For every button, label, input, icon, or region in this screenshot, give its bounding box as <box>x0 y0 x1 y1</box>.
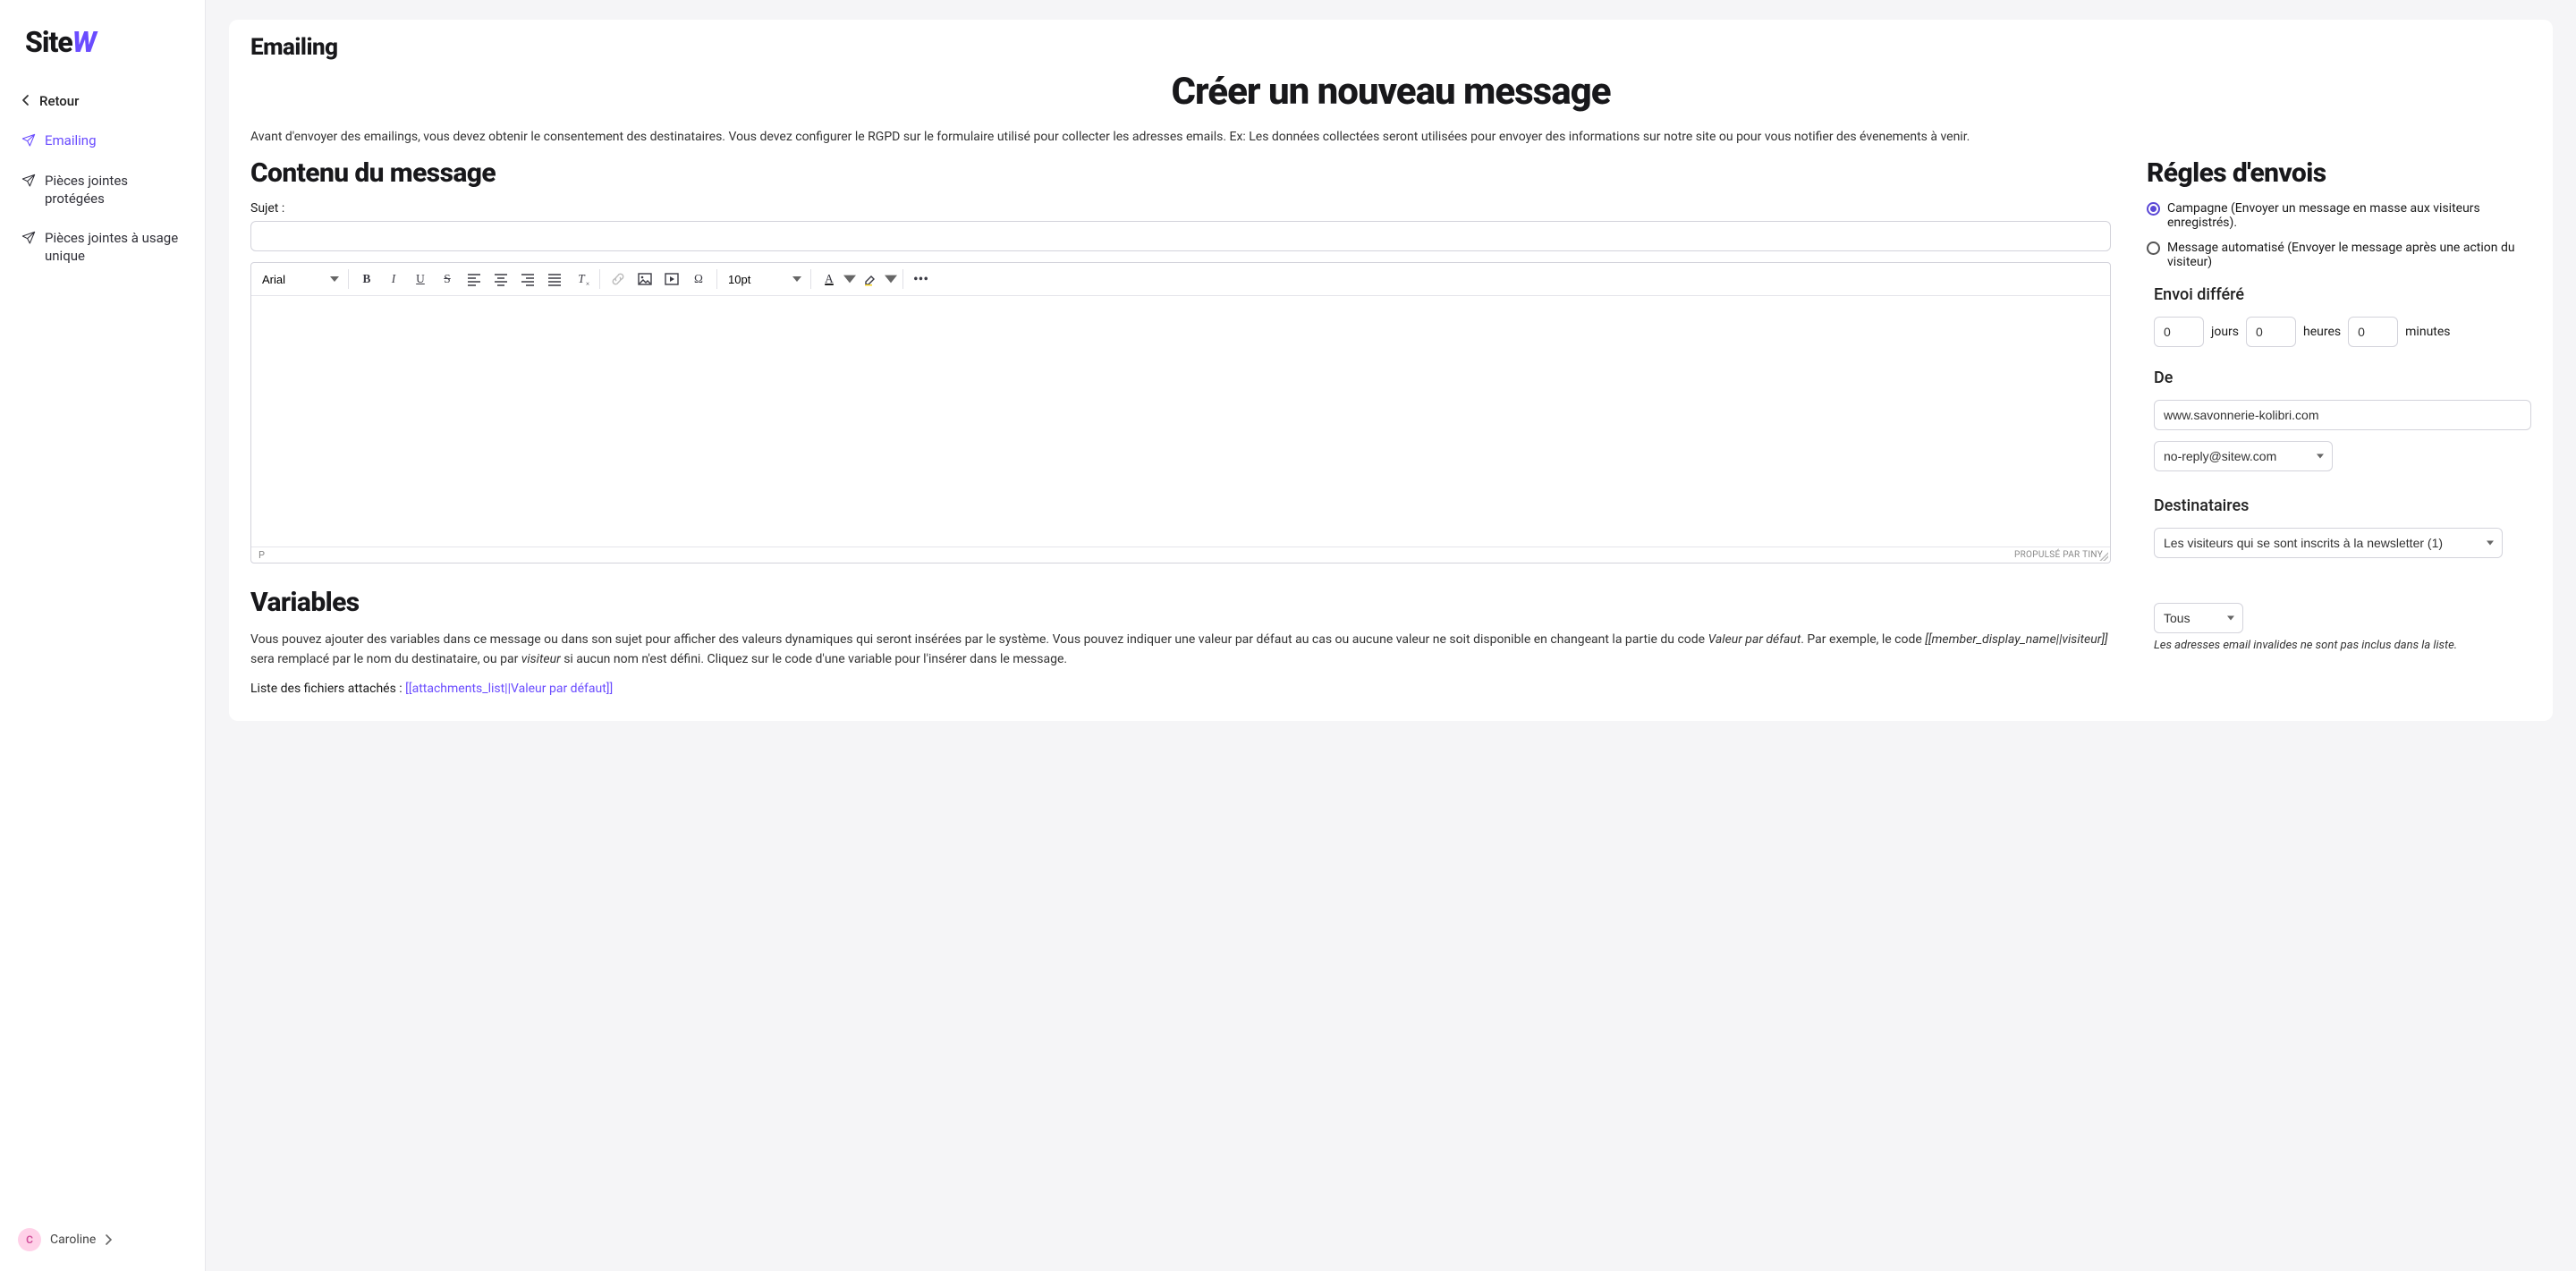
avatar: C <box>18 1228 41 1251</box>
chevron-right-icon <box>105 1234 112 1245</box>
font-size-select[interactable]: 10pt <box>723 269 805 290</box>
toolbar-divider <box>902 269 903 289</box>
from-email-select[interactable]: no-reply@sitew.com <box>2154 441 2333 471</box>
delay-heading: Envoi différé <box>2154 285 2531 304</box>
highlight-button[interactable] <box>858 267 883 292</box>
link-button[interactable] <box>606 267 631 292</box>
paper-plane-icon <box>21 231 36 245</box>
recipients-select[interactable]: Les visiteurs qui se sont inscrits à la … <box>2154 528 2503 558</box>
variables-description: Vous pouvez ajouter des variables dans c… <box>250 631 2111 669</box>
delay-hours-input[interactable] <box>2246 317 2296 347</box>
radio-label: Campagne (Envoyer un message en masse au… <box>2167 201 2531 230</box>
text-color-button[interactable]: A <box>817 267 842 292</box>
content-heading: Contenu du message <box>250 157 2111 189</box>
strikethrough-button[interactable]: S <box>435 267 460 292</box>
subject-input[interactable] <box>250 221 2111 251</box>
subject-label: Sujet : <box>250 201 2111 216</box>
rich-text-editor: Arial B I U S <box>250 262 2111 563</box>
delay-days-label: jours <box>2211 325 2239 339</box>
column-left: Contenu du message Sujet : Arial B I U <box>250 154 2111 696</box>
intro-text: Avant d'envoyer des emailings, vous deve… <box>250 128 2531 147</box>
toolbar-divider <box>716 269 717 289</box>
resize-handle[interactable] <box>2099 552 2108 561</box>
clear-format-button[interactable]: T× <box>569 267 594 292</box>
nav-item-label: Emailing <box>45 131 97 149</box>
delay-hours-label: heures <box>2303 325 2341 339</box>
variables-heading: Variables <box>250 587 2111 618</box>
editor-toolbar: Arial B I U S <box>251 263 2110 296</box>
more-button[interactable]: ••• <box>909 267 934 292</box>
italic-button[interactable]: I <box>381 267 406 292</box>
nav-back-label: Retour <box>39 92 79 110</box>
radio-icon <box>2147 241 2160 255</box>
attachments-variable-link[interactable]: [[attachments_list||Valeur par défaut]] <box>405 682 613 696</box>
nav: Retour Emailing Pièces jointes protégées… <box>0 84 205 1219</box>
chevron-left-icon <box>21 94 30 106</box>
nav-item-label: Pièces jointes à usage unique <box>45 229 183 266</box>
radio-label: Message automatisé (Envoyer le message a… <box>2167 241 2531 269</box>
delay-minutes-input[interactable] <box>2348 317 2398 347</box>
sidebar: SiteW Retour Emailing Pièces jointes pro… <box>0 0 206 1271</box>
attachments-label: Liste des fichiers attachés : <box>250 682 405 696</box>
underline-button[interactable]: U <box>408 267 433 292</box>
bold-button[interactable]: B <box>354 267 379 292</box>
align-justify-button[interactable] <box>542 267 567 292</box>
delay-minutes-label: minutes <box>2405 325 2450 339</box>
editor-credit: PROPULSÉ PAR TINY <box>2014 550 2103 560</box>
delay-days-input[interactable] <box>2154 317 2204 347</box>
filter-select[interactable]: Tous <box>2154 603 2243 633</box>
toolbar-divider <box>348 269 349 289</box>
align-right-button[interactable] <box>515 267 540 292</box>
editor-path: P <box>258 549 265 561</box>
from-name-input[interactable] <box>2154 400 2531 430</box>
delay-row: jours heures minutes <box>2154 317 2531 347</box>
radio-automated[interactable]: Message automatisé (Envoyer le message a… <box>2147 241 2531 269</box>
nav-item-single-use-attachments[interactable]: Pièces jointes à usage unique <box>11 221 194 274</box>
paper-plane-icon <box>21 133 36 148</box>
user-menu[interactable]: C Caroline <box>0 1219 205 1260</box>
toolbar-divider <box>599 269 600 289</box>
image-button[interactable] <box>632 267 657 292</box>
font-family-select[interactable]: Arial <box>257 269 343 290</box>
user-name: Caroline <box>50 1233 96 1247</box>
nav-item-emailing[interactable]: Emailing <box>11 123 194 157</box>
rules-heading: Régles d'envois <box>2147 157 2531 189</box>
main: Emailing Créer un nouveau message Avant … <box>206 0 2576 1271</box>
media-button[interactable] <box>659 267 684 292</box>
special-char-button[interactable]: Ω <box>686 267 711 292</box>
attachments-variable-row: Liste des fichiers attachés : [[attachme… <box>250 682 2111 696</box>
content-card: Emailing Créer un nouveau message Avant … <box>229 20 2553 721</box>
invalid-emails-note: Les adresses email invalides ne sont pas… <box>2154 639 2531 652</box>
text-color-dropdown[interactable] <box>843 267 856 292</box>
page-title: Créer un nouveau message <box>250 70 2531 114</box>
editor-footer: P PROPULSÉ PAR TINY <box>251 547 2110 563</box>
from-heading: De <box>2154 369 2531 387</box>
toolbar-divider <box>810 269 811 289</box>
highlight-dropdown[interactable] <box>885 267 897 292</box>
breadcrumb: Emailing <box>250 34 2531 61</box>
column-right: Régles d'envois Campagne (Envoyer un mes… <box>2147 154 2531 696</box>
logo: SiteW <box>0 16 205 84</box>
nav-item-protected-attachments[interactable]: Pièces jointes protégées <box>11 164 194 216</box>
align-center-button[interactable] <box>488 267 513 292</box>
paper-plane-icon <box>21 174 36 188</box>
recipients-heading: Destinataires <box>2154 496 2531 515</box>
radio-campaign[interactable]: Campagne (Envoyer un message en masse au… <box>2147 201 2531 230</box>
editor-body[interactable] <box>251 296 2110 547</box>
radio-icon <box>2147 202 2160 216</box>
align-left-button[interactable] <box>462 267 487 292</box>
logo-text-2: W <box>72 25 96 59</box>
nav-back[interactable]: Retour <box>11 84 194 118</box>
nav-item-label: Pièces jointes protégées <box>45 172 183 208</box>
logo-text-1: Site <box>25 25 72 59</box>
